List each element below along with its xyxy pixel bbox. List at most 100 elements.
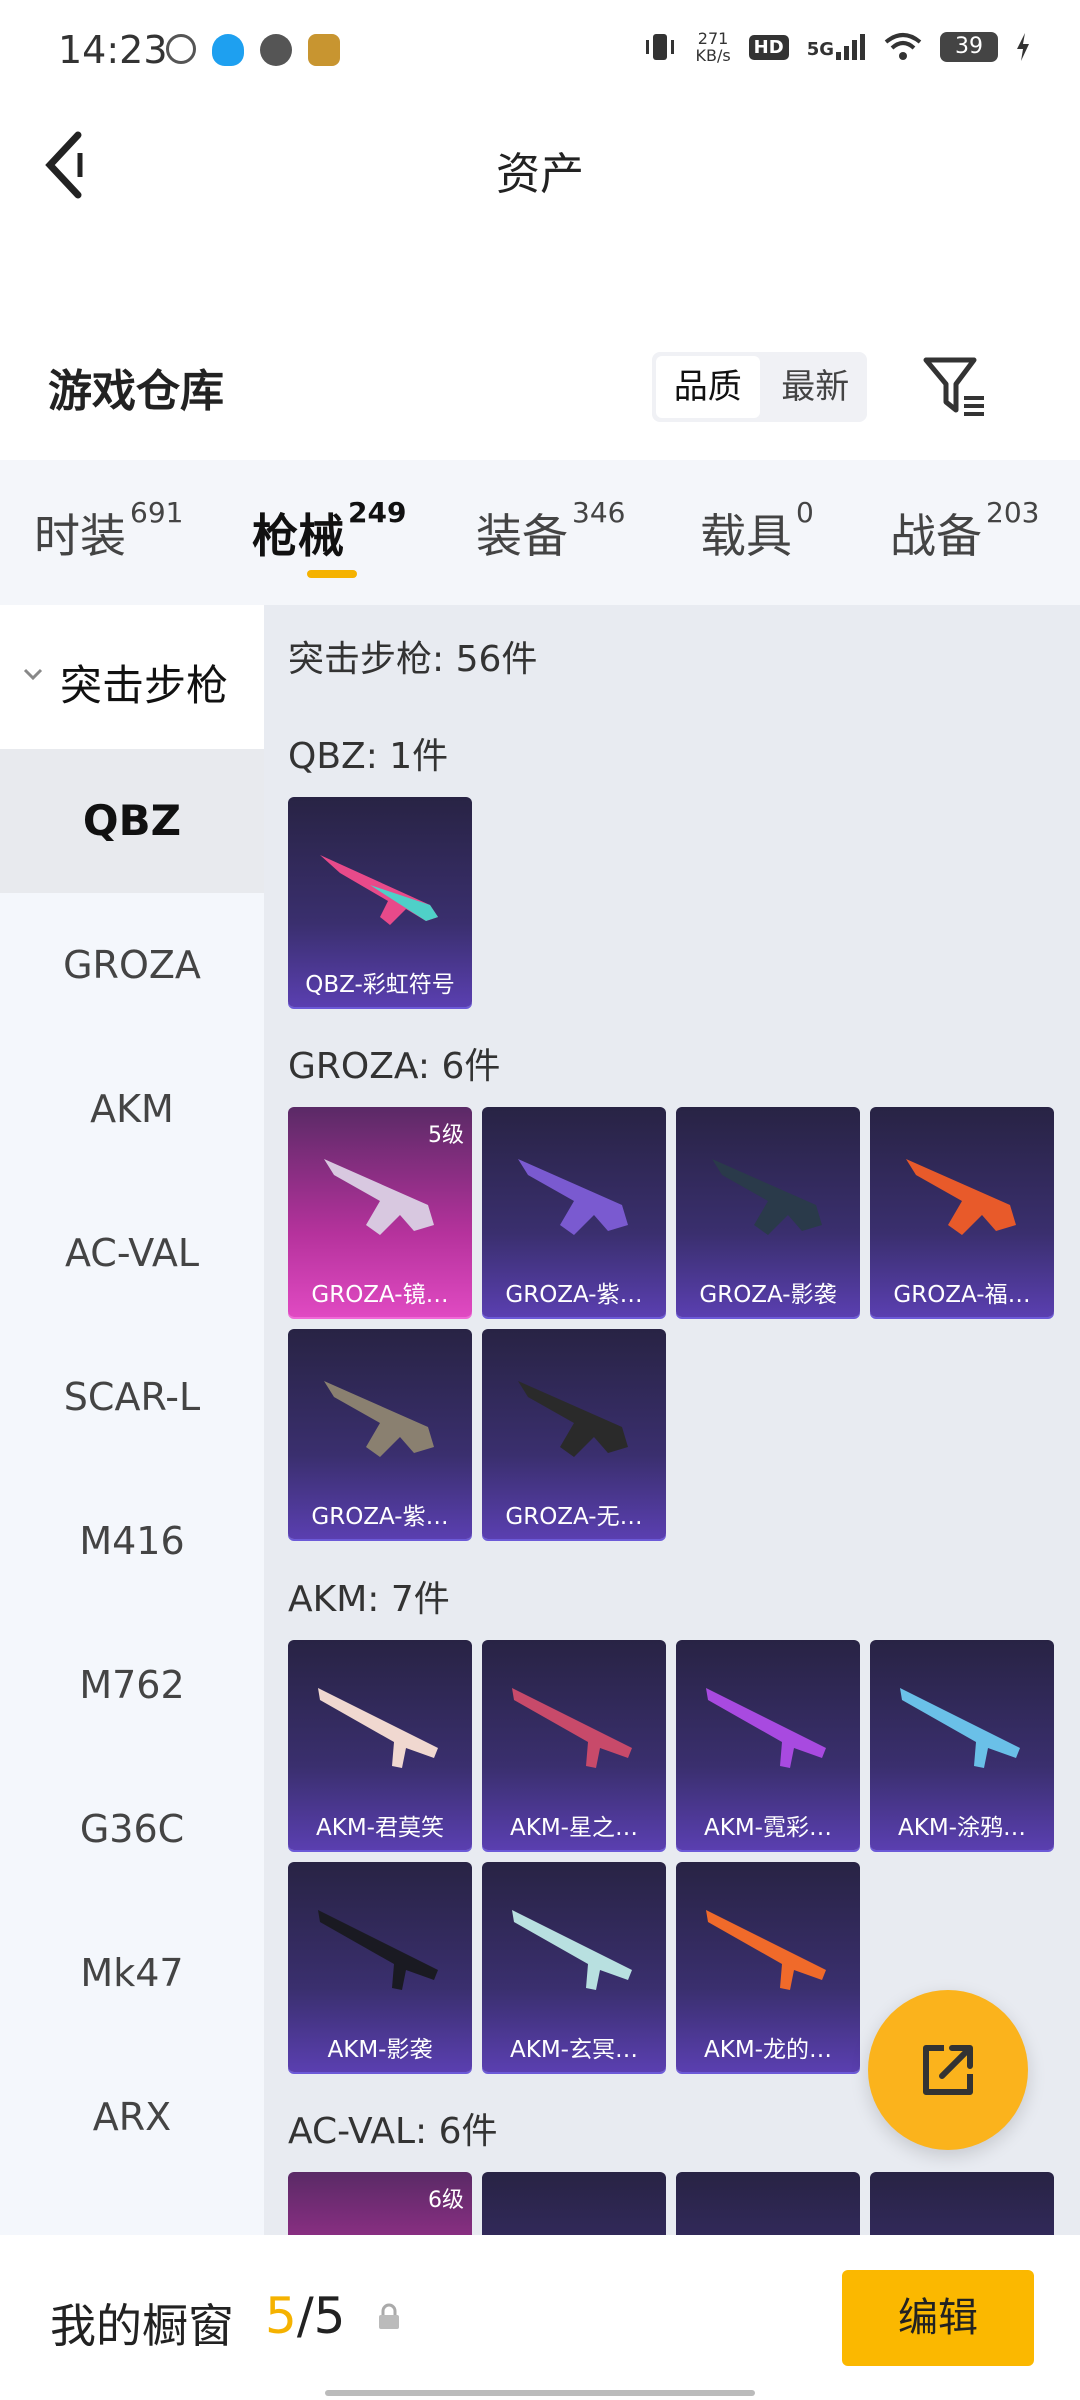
tab-fashion[interactable]: 时装 691 [34,496,183,566]
sidebar-item-mk47[interactable]: Mk47 [0,1901,264,2045]
section-title-akm: AKM: 7件 [288,1579,450,1620]
showcase-label: 我的橱窗 [50,2299,234,2353]
weapon-card-label: GROZA-福… [893,1282,1031,1308]
weapon-card[interactable]: AKM-龙的… [676,1862,860,2072]
active-tab-indicator [307,570,357,578]
weapon-card[interactable]: AKM-玄冥… [482,1862,666,2072]
sidebar-item-akm[interactable]: AKM [0,1037,264,1181]
weapon-card[interactable]: GROZA-紫… [482,1107,666,1317]
weapon-card[interactable]: 5级 GROZA-镜… [288,1107,472,1317]
edit-button[interactable]: 编辑 [842,2270,1034,2366]
vibrate-icon [646,34,675,60]
tab-label: 装备 [476,509,568,563]
weapon-card[interactable] [676,2172,860,2235]
sort-newest-button[interactable]: 最新 [764,352,868,422]
weapon-card[interactable]: GROZA-无… [482,1329,666,1539]
tab-count: 249 [348,496,407,529]
section-title-ac-val: AC-VAL: 6件 [288,2111,498,2152]
sidebar-item-g36c[interactable]: G36C [0,1757,264,1901]
rifle-skin-image [706,1688,826,1768]
signal-bars-icon [836,34,865,60]
rifle-skin-image [324,1159,434,1235]
weapon-card[interactable]: AKM-霓彩… [676,1640,860,1850]
category-summary: 突击步枪: 56件 [288,639,538,680]
weapon-card[interactable] [870,2172,1054,2235]
rifle-skin-image [512,1688,632,1768]
filter-button[interactable] [920,352,990,422]
weapon-card-label: GROZA-影袭 [699,1282,837,1308]
weapon-card[interactable]: AKM-影袭 [288,1862,472,2072]
tab-count: 203 [986,496,1040,529]
network-speed-value: 271 [697,29,729,48]
tab-count: 346 [572,496,626,529]
status-time: 14:23 [58,28,168,72]
sidebar-item-m762[interactable]: M762 [0,1613,264,1757]
sidebar-item-m416[interactable]: M416 [0,1469,264,1613]
weapon-card-label: GROZA-无… [505,1504,643,1530]
sort-toggle: 品质 最新 [652,352,867,422]
weapon-card-label: AKM-涂鸦… [898,1815,1026,1841]
rifle-skin-image [320,855,438,925]
tab-vehicles[interactable]: 载具 0 [700,496,814,566]
rifle-skin-image [518,1159,628,1235]
weapon-card[interactable]: GROZA-紫… [288,1329,472,1539]
showcase-bar: 我的橱窗 5/5 编辑 [0,2235,1080,2400]
sidebar-item-scar-l[interactable]: SCAR-L [0,1325,264,1469]
filter-icon [923,357,984,416]
showcase-total: /5 [296,2287,346,2345]
weapon-card-label: AKM-玄冥… [510,2037,638,2063]
qq-icon [212,34,244,66]
rifle-skin-image [318,1688,438,1768]
weapon-card-label: QBZ-彩虹符号 [305,972,455,998]
wifi-icon [884,33,922,60]
share-button[interactable] [868,1990,1028,2150]
weapon-card[interactable] [482,2172,666,2235]
rifle-skin-image [900,1688,1020,1768]
network-speed-unit: KB/s [695,46,731,65]
wechat-icon [260,34,292,66]
weapon-card-label: AKM-影袭 [327,2037,433,2063]
weapon-card[interactable]: GROZA-福… [870,1107,1054,1317]
weapon-card-label: AKM-霓彩… [704,1815,832,1841]
rifle-skin-image [518,1381,628,1457]
status-bar: 14:23 271 KB/s HD 5G 39 [0,0,1080,110]
signal-label: 5G [806,39,834,60]
tab-label: 时装 [34,509,126,563]
rifle-skin-image [712,1159,822,1235]
status-right: 271 KB/s HD 5G 39 [643,30,1030,64]
weapon-card[interactable]: GROZA-影袭 [676,1107,860,1317]
signal-indicator: 5G [807,34,866,60]
sidebar-item-qbz[interactable]: QBZ [0,749,264,893]
home-indicator [325,2390,755,2396]
weapon-card-label: GROZA-镜… [311,1282,449,1308]
warehouse-title: 游戏仓库 [48,366,224,417]
battery-indicator: 39 [940,32,998,62]
tab-supplies[interactable]: 战备 203 [890,496,1039,566]
weapon-sidebar: 突击步枪 QBZ GROZA AKM AC-VAL SCAR-L M416 M7… [0,605,264,2235]
tab-equipment[interactable]: 装备 346 [476,496,625,566]
weapon-card[interactable]: 6级 [288,2172,472,2235]
weapon-card[interactable]: AKM-君莫笑 [288,1640,472,1850]
game-icon [308,34,340,66]
chevron-down-icon [23,668,43,681]
tab-count: 691 [130,496,184,529]
tab-firearms[interactable]: 枪械 249 [252,496,406,566]
tab-count: 0 [796,496,814,529]
app-icon [166,34,196,64]
share-icon [923,2045,973,2095]
section-title-qbz: QBZ: 1件 [288,736,449,777]
weapon-card[interactable]: AKM-星之… [482,1640,666,1850]
tab-label: 枪械 [252,509,344,563]
weapon-card-label: AKM-星之… [510,1815,638,1841]
sidebar-item-arx[interactable]: ARX [0,2045,264,2189]
sidebar-item-groza[interactable]: GROZA [0,893,264,1037]
showcase-current: 5 [265,2287,297,2345]
rifle-skin-image [706,1910,826,1990]
sidebar-item-ac-val[interactable]: AC-VAL [0,1181,264,1325]
level-badge: 6级 [428,2188,464,2213]
weapon-card[interactable]: AKM-涂鸦… [870,1640,1054,1850]
weapon-card[interactable]: QBZ-彩虹符号 [288,797,472,1007]
rifle-skin-image [318,1910,438,1990]
sidebar-group-header[interactable]: 突击步枪 [0,605,264,749]
sort-quality-button[interactable]: 品质 [656,356,760,418]
